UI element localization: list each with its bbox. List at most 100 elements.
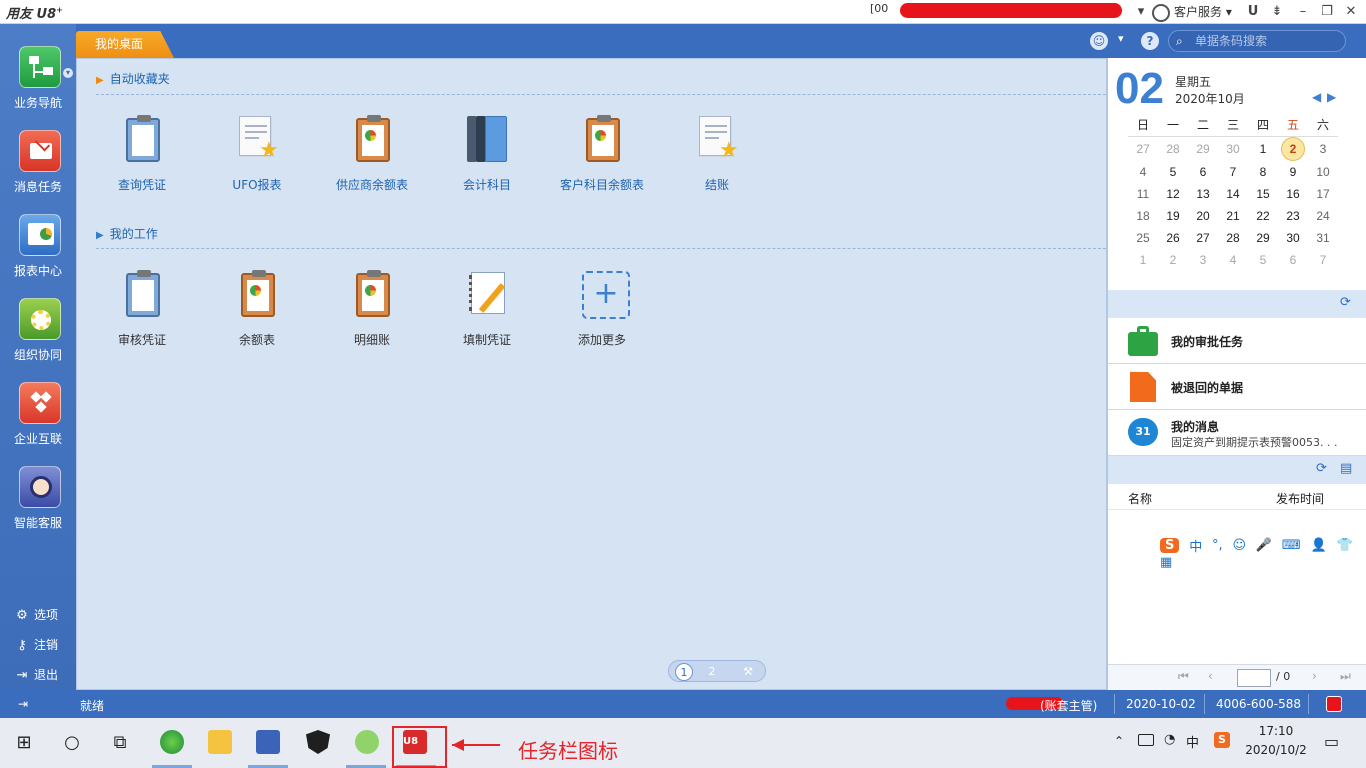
- tab-my-desktop[interactable]: 我的桌面: [76, 31, 174, 58]
- calendar-day[interactable]: 11: [1128, 183, 1158, 205]
- tile-ledger-detail[interactable]: 明细账: [317, 269, 427, 359]
- help-icon[interactable]: ?: [1141, 32, 1159, 50]
- calendar-day[interactable]: 21: [1218, 205, 1248, 227]
- refresh-icon[interactable]: ⟳: [1316, 461, 1327, 476]
- calendar-day[interactable]: 1: [1248, 136, 1278, 161]
- calendar-day[interactable]: 16: [1278, 183, 1308, 205]
- tile-balance-sheet[interactable]: 余额表: [202, 269, 312, 359]
- calendar-day[interactable]: 27: [1128, 136, 1158, 161]
- prev-page-icon[interactable]: ‹: [1208, 669, 1213, 683]
- menu-icon[interactable]: ⇟: [1268, 2, 1286, 22]
- calendar-day[interactable]: 5: [1248, 249, 1278, 271]
- work-section-title[interactable]: ▶ 我的工作: [96, 225, 158, 242]
- close-icon[interactable]: ✕: [1342, 2, 1360, 22]
- minimize-icon[interactable]: –: [1294, 2, 1312, 22]
- nav-business[interactable]: ▾ 业务导航: [0, 46, 76, 130]
- keyboard-icon[interactable]: ⌨: [1282, 538, 1301, 553]
- battery-icon[interactable]: [1138, 734, 1154, 746]
- calendar-day[interactable]: 10: [1308, 161, 1338, 183]
- calendar-day[interactable]: 18: [1128, 205, 1158, 227]
- account-dropdown-icon[interactable]: ▾: [1134, 2, 1148, 22]
- first-page-icon[interactable]: ⏮: [1178, 669, 1189, 684]
- tile-audit-voucher[interactable]: 审核凭证: [87, 269, 197, 359]
- task-view-icon[interactable]: ⧉: [96, 718, 144, 768]
- nav-smart-service[interactable]: 智能客服: [0, 466, 76, 550]
- tile-create-voucher[interactable]: 填制凭证: [432, 269, 542, 359]
- next-page-icon[interactable]: ›: [1312, 669, 1317, 683]
- tray-expand-icon[interactable]: ⌃: [1114, 734, 1124, 748]
- notification-center-icon[interactable]: ▭: [1324, 732, 1339, 751]
- calendar-day[interactable]: 12: [1158, 183, 1188, 205]
- microphone-icon[interactable]: 🎤: [1256, 538, 1272, 553]
- sogou-tray-icon[interactable]: S: [1214, 732, 1230, 748]
- nav-org[interactable]: 组织协同: [0, 298, 76, 382]
- wrench-icon[interactable]: ⚒: [739, 663, 757, 681]
- exit-button[interactable]: ⇥ 退出: [14, 664, 58, 686]
- calendar-day[interactable]: 31: [1308, 227, 1338, 249]
- tile-ufo-report[interactable]: ★ UFO报表: [202, 114, 312, 204]
- security-shield-icon[interactable]: [306, 730, 330, 754]
- calendar-day[interactable]: 2: [1158, 249, 1188, 271]
- next-month-icon[interactable]: ▶: [1327, 90, 1336, 104]
- windows-start-icon[interactable]: ⊞: [0, 718, 48, 768]
- calendar-day[interactable]: 22: [1248, 205, 1278, 227]
- tile-close-accounts[interactable]: ★ 结账: [662, 114, 772, 204]
- calendar-day[interactable]: 28: [1218, 227, 1248, 249]
- browser-icon[interactable]: [160, 730, 184, 754]
- customer-service-button[interactable]: 客户服务 ▾: [1152, 2, 1232, 22]
- calendar-day[interactable]: 4: [1128, 161, 1158, 183]
- returned-document-item[interactable]: 被退回的单据: [1108, 364, 1366, 410]
- page-1-button[interactable]: 1: [675, 663, 693, 681]
- emoji-icon[interactable]: ☺: [1233, 538, 1247, 553]
- calendar-day[interactable]: 9: [1278, 161, 1308, 183]
- logout-button[interactable]: ⚷ 注销: [14, 634, 58, 656]
- network-app-icon[interactable]: [256, 730, 280, 754]
- calendar-day[interactable]: 20: [1188, 205, 1218, 227]
- wechat-icon[interactable]: [355, 730, 379, 754]
- system-clock[interactable]: 17:10 2020/10/2: [1236, 722, 1316, 760]
- calendar-day[interactable]: 26: [1158, 227, 1188, 249]
- calendar-day[interactable]: 23: [1278, 205, 1308, 227]
- calendar-day[interactable]: 7: [1218, 161, 1248, 183]
- calendar-day[interactable]: 7: [1308, 249, 1338, 271]
- options-button[interactable]: ⚙ 选项: [14, 604, 58, 626]
- ime-chinese-toggle[interactable]: 中: [1189, 536, 1202, 555]
- calendar-day[interactable]: 29: [1188, 136, 1218, 161]
- calendar-day[interactable]: 6: [1188, 161, 1218, 183]
- calendar-day[interactable]: 6: [1278, 249, 1308, 271]
- calendar-day[interactable]: 19: [1158, 205, 1188, 227]
- book-icon[interactable]: ▤: [1340, 461, 1352, 476]
- calendar-day[interactable]: 17: [1308, 183, 1338, 205]
- chevron-down-icon[interactable]: ▾: [1118, 32, 1124, 45]
- sogou-logo-icon[interactable]: S: [1160, 538, 1180, 553]
- nav-enterprise[interactable]: 企业互联: [0, 382, 76, 466]
- page-number-input[interactable]: [1237, 669, 1271, 687]
- chevron-down-icon[interactable]: ▾: [63, 68, 73, 78]
- calendar-day[interactable]: 24: [1308, 205, 1338, 227]
- file-explorer-icon[interactable]: [208, 730, 232, 754]
- column-name[interactable]: 名称: [1128, 490, 1152, 507]
- tile-accounting-subjects[interactable]: 会计科目: [432, 114, 542, 204]
- calendar-day[interactable]: 14: [1218, 183, 1248, 205]
- approval-task-item[interactable]: 我的审批任务: [1108, 318, 1366, 364]
- calendar-day[interactable]: 5: [1158, 161, 1188, 183]
- calendar-day[interactable]: 8: [1248, 161, 1278, 183]
- calendar-day[interactable]: 13: [1188, 183, 1218, 205]
- notification-icon[interactable]: [1326, 696, 1342, 712]
- calendar-day[interactable]: 25: [1128, 227, 1158, 249]
- collapse-icon[interactable]: ⇥: [18, 697, 28, 711]
- calendar-day[interactable]: 15: [1248, 183, 1278, 205]
- column-publish-time[interactable]: 发布时间: [1276, 490, 1324, 507]
- tile-supplier-balance[interactable]: 供应商余额表: [317, 114, 427, 204]
- calendar-day[interactable]: 1: [1128, 249, 1158, 271]
- calendar-day[interactable]: 30: [1278, 227, 1308, 249]
- u-shortcut-icon[interactable]: U: [1244, 2, 1262, 22]
- search-input[interactable]: ⌕ 单据条码搜索: [1168, 30, 1346, 52]
- search-icon[interactable]: ○: [48, 718, 96, 768]
- punctuation-icon[interactable]: °,: [1212, 538, 1223, 553]
- wifi-icon[interactable]: ◔: [1164, 732, 1175, 747]
- calendar-day[interactable]: 3: [1188, 249, 1218, 271]
- page-2-button[interactable]: 2: [703, 663, 721, 681]
- restore-icon[interactable]: ❐: [1318, 2, 1336, 22]
- my-messages-item[interactable]: 31 我的消息 固定资产到期提示表预警0053. . .: [1108, 410, 1366, 456]
